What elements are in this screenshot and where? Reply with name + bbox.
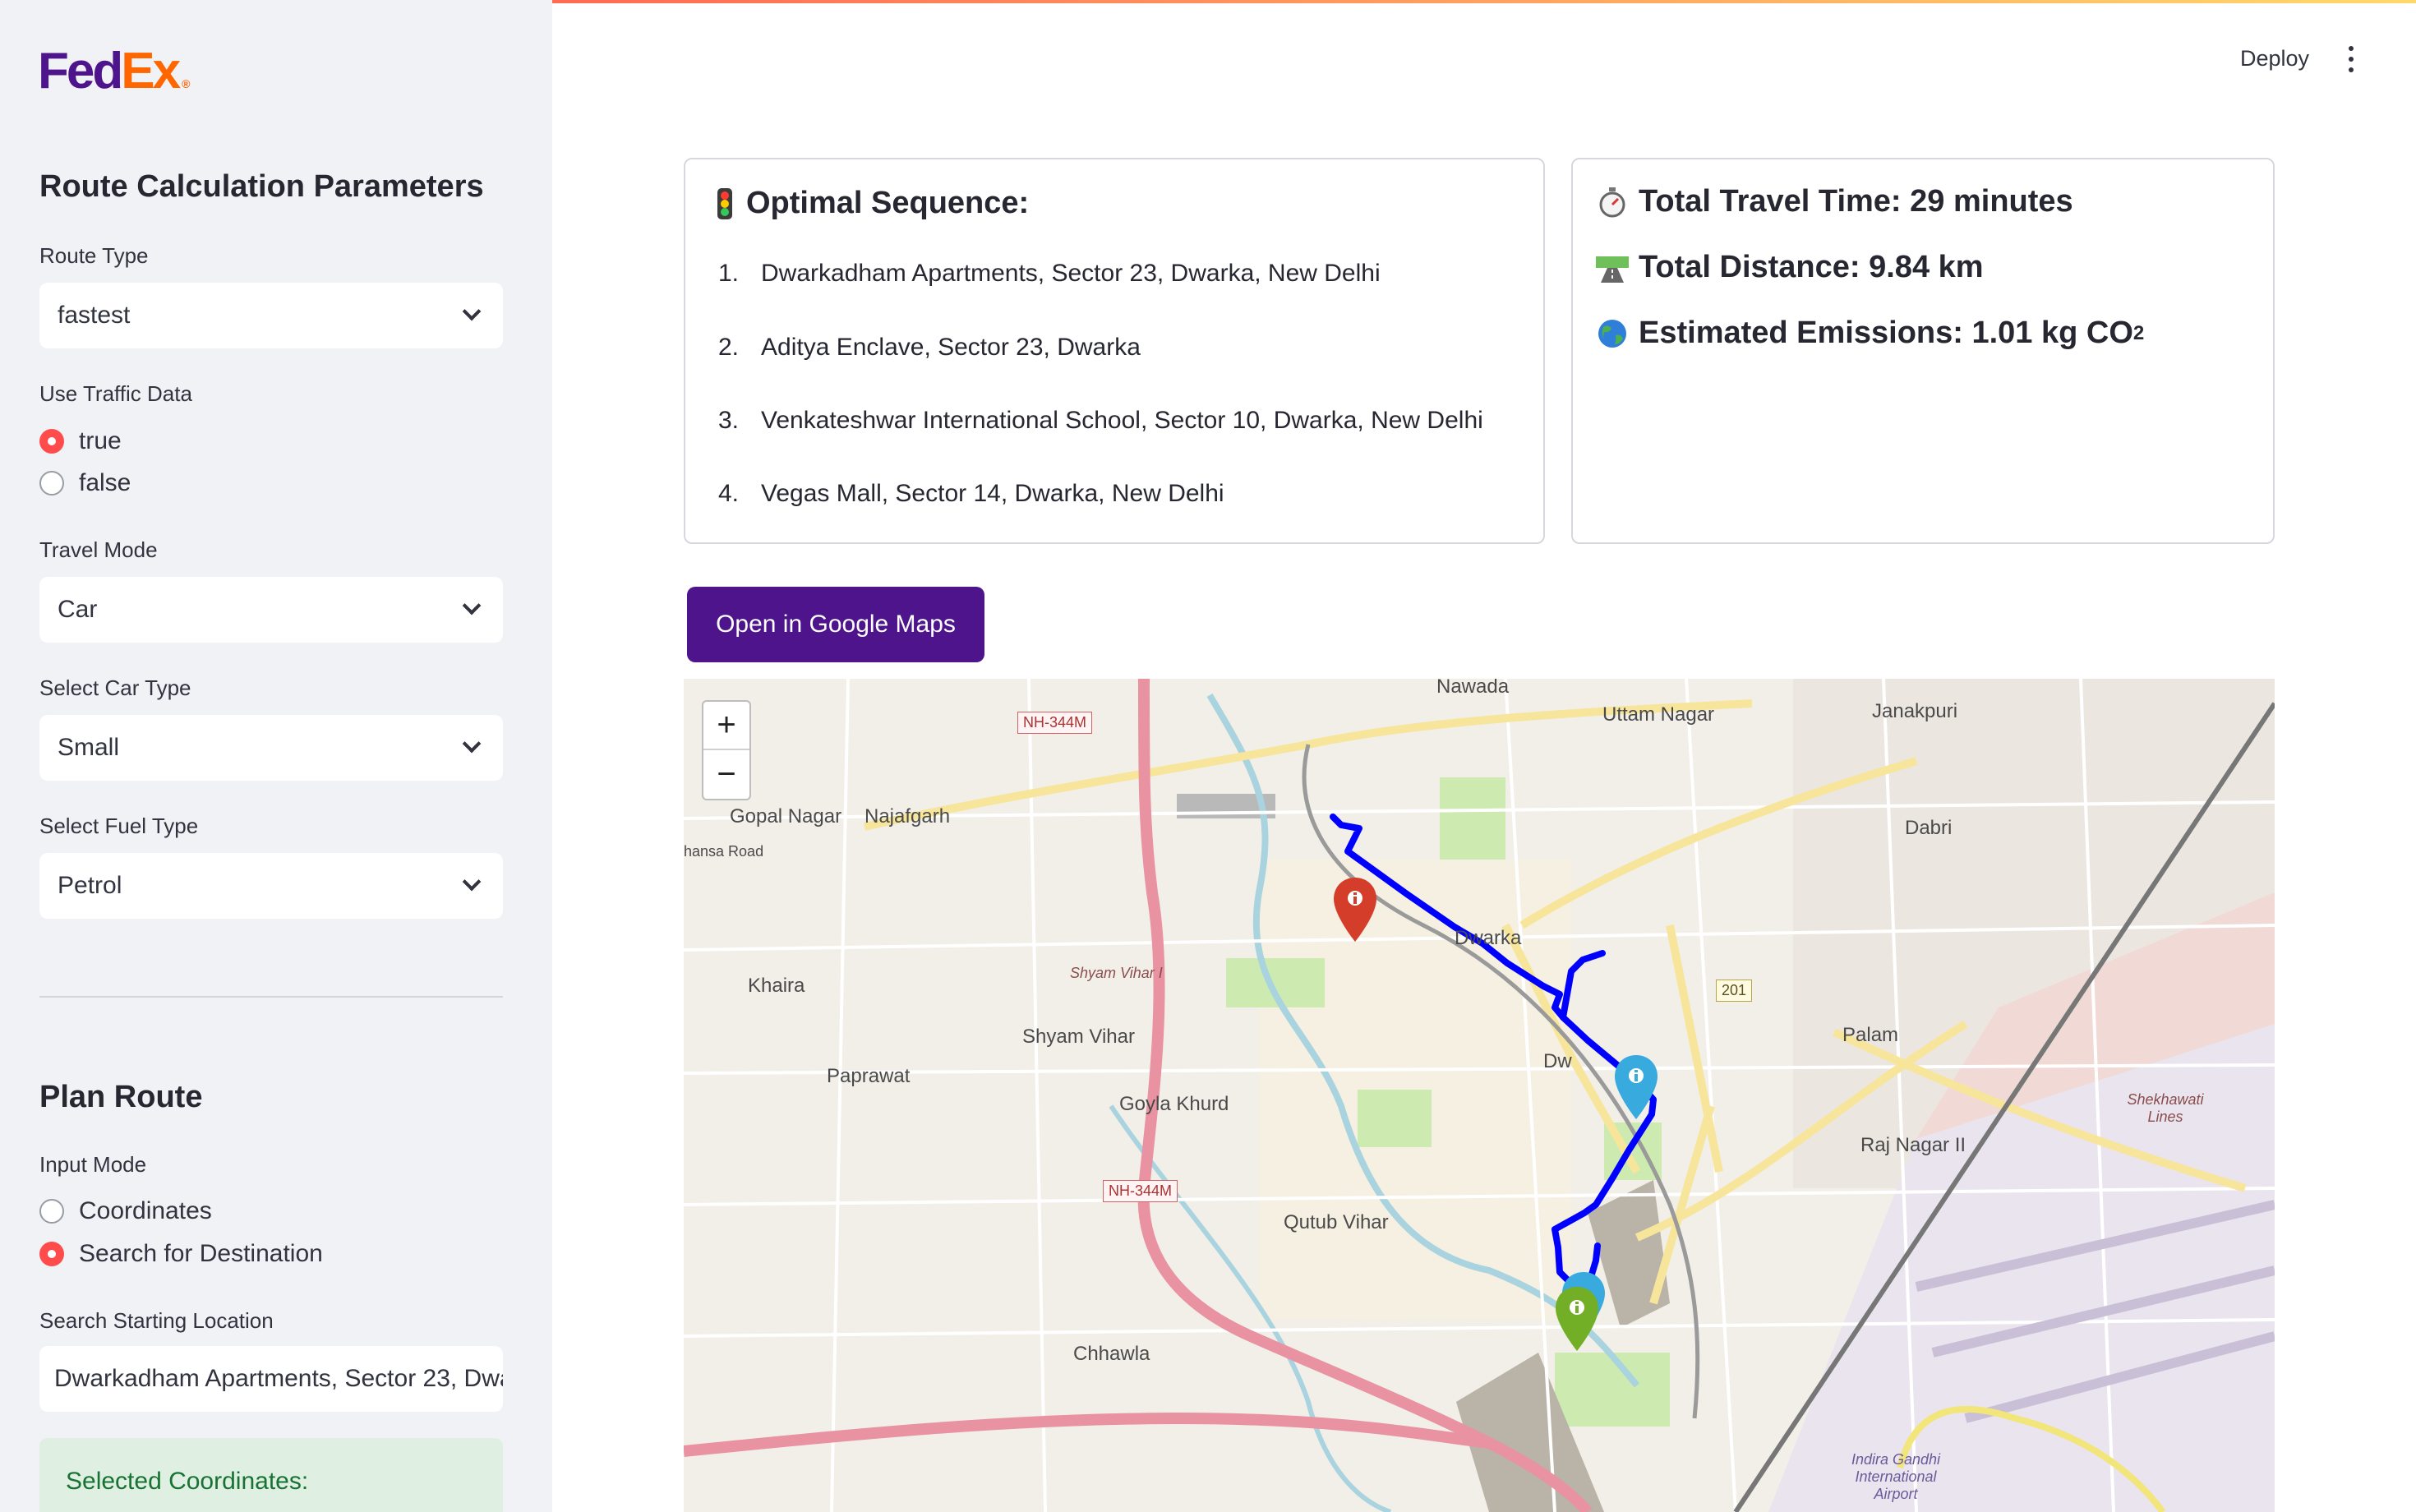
chevron-down-icon: [462, 872, 482, 892]
sequence-item: 2. Aditya Enclave, Sector 23, Dwarka: [718, 334, 1141, 361]
map-label: Palam: [1842, 1024, 1899, 1046]
route-type-label: Route Type: [39, 243, 149, 268]
map-label: Dwarka: [1455, 927, 1522, 949]
map-label: hansa Road: [684, 843, 764, 860]
emissions-stat: Estimated Emissions: 1.01 kg CO 2: [1596, 316, 2144, 351]
sidebar-divider: [39, 996, 503, 998]
road-shield: 201: [1716, 980, 1753, 1002]
distance-stat: Total Distance: 9.84 km: [1596, 250, 1984, 285]
plan-route-title: Plan Route: [39, 1080, 203, 1114]
zoom-out-button[interactable]: −: [703, 750, 749, 799]
radio-unselected-icon: [39, 1199, 64, 1224]
map-label: Najafgarh: [865, 805, 951, 827]
input-mode-option-coordinates[interactable]: Coordinates: [39, 1197, 212, 1225]
map-label: Dabri: [1905, 817, 1953, 839]
map-label: Khaira: [748, 975, 805, 997]
start-location-input[interactable]: Dwarkadham Apartments, Sector 23, Dwarka…: [39, 1346, 503, 1412]
traffic-option-true[interactable]: true: [39, 427, 122, 455]
selected-coordinates-box: Selected Coordinates:: [39, 1438, 503, 1512]
zoom-control: + −: [702, 700, 751, 800]
highway-icon: [1596, 256, 1629, 283]
map-label: Shyam Vihar I: [1070, 965, 1163, 981]
map-label: Paprawat: [827, 1065, 911, 1087]
sequence-item: 3. Venkateshwar International School, Se…: [718, 407, 1483, 434]
stopwatch-icon: [1599, 187, 1625, 217]
chevron-down-icon: [462, 596, 482, 615]
open-google-maps-button[interactable]: Open in Google Maps: [687, 587, 984, 662]
zoom-in-button[interactable]: +: [703, 702, 749, 750]
waypoint-marker-icon[interactable]: [1612, 1053, 1660, 1122]
road-shield: NH-344M: [1017, 712, 1093, 734]
sequence-item: 1. Dwarkadham Apartments, Sector 23, Dwa…: [718, 260, 1381, 287]
map-label: Uttam Nagar: [1602, 703, 1715, 726]
input-mode-label: Input Mode: [39, 1152, 147, 1177]
sidebar: FedEx ® Route Calculation Parameters Rout…: [0, 0, 552, 1512]
car-type-label: Select Car Type: [39, 675, 191, 700]
traffic-option-false[interactable]: false: [39, 469, 131, 497]
travel-mode-select[interactable]: Car: [39, 577, 503, 643]
car-type-value: Small: [58, 734, 120, 761]
optimal-sequence-card: Optimal Sequence: 1. Dwarkadham Apartmen…: [684, 158, 1545, 544]
road-shield: NH-344M: [1103, 1180, 1178, 1202]
route-params-title: Route Calculation Parameters: [39, 169, 484, 204]
chevron-down-icon: [462, 302, 482, 321]
fedex-logo: FedEx ®: [38, 43, 191, 99]
travel-mode-value: Car: [58, 596, 98, 623]
route-type-select[interactable]: fastest: [39, 283, 503, 348]
map-tiles: [684, 679, 2275, 1512]
map-label: Chhawla: [1073, 1343, 1150, 1365]
map-label: Shekhawati Lines: [2127, 1091, 2204, 1125]
input-mode-option-search[interactable]: Search for Destination: [39, 1240, 323, 1268]
route-stats-card: Total Travel Time: 29 minutes Total Dist…: [1571, 158, 2275, 544]
more-menu-icon[interactable]: [2347, 46, 2355, 72]
travel-mode-label: Travel Mode: [39, 537, 158, 562]
map-label: Dw: [1543, 1050, 1572, 1072]
fuel-type-label: Select Fuel Type: [39, 814, 199, 838]
map-label: Gopal Nagar: [730, 805, 842, 827]
deploy-button[interactable]: Deploy: [2240, 46, 2309, 71]
map-label: Raj Nagar II: [1860, 1134, 1966, 1156]
fuel-type-value: Petrol: [58, 872, 122, 899]
radio-selected-icon: [39, 429, 64, 454]
traffic-light-icon: [717, 187, 732, 219]
selected-coordinates-label: Selected Coordinates:: [66, 1468, 309, 1495]
sequence-item: 4. Vegas Mall, Sector 14, Dwarka, New De…: [718, 480, 1224, 507]
car-type-select[interactable]: Small: [39, 715, 503, 781]
traffic-label: Use Traffic Data: [39, 381, 192, 406]
chevron-down-icon: [462, 734, 482, 754]
map-label: Qutub Vihar: [1284, 1211, 1389, 1233]
map-label: Indira Gandhi International Airport: [1851, 1451, 1941, 1502]
map-label: Shyam Vihar: [1022, 1026, 1135, 1048]
end-marker-icon[interactable]: [1553, 1285, 1601, 1354]
radio-selected-icon: [39, 1242, 64, 1266]
travel-time-stat: Total Travel Time: 29 minutes: [1596, 184, 2073, 219]
fuel-type-select[interactable]: Petrol: [39, 853, 503, 919]
map-label: Janakpuri: [1872, 700, 1958, 722]
globe-icon: [1598, 319, 1626, 348]
map-label: Goyla Khurd: [1119, 1093, 1229, 1115]
radio-unselected-icon: [39, 471, 64, 496]
route-type-value: fastest: [58, 302, 131, 329]
start-marker-icon[interactable]: [1331, 876, 1379, 945]
route-map[interactable]: Nawada Uttam Nagar Janakpuri Gopal Nagar…: [684, 679, 2275, 1512]
start-location-label: Search Starting Location: [39, 1308, 274, 1333]
map-label: Nawada: [1436, 679, 1510, 698]
optimal-sequence-heading: Optimal Sequence:: [715, 186, 1029, 221]
